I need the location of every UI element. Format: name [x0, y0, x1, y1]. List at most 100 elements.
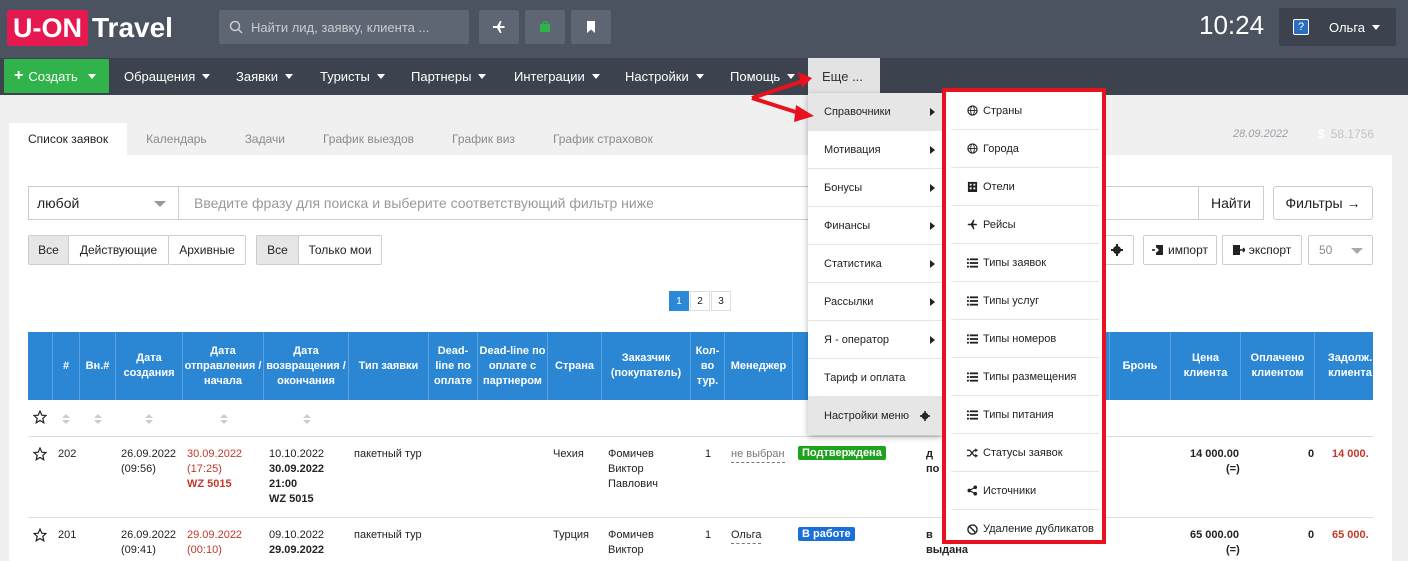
sort-icon[interactable]: [303, 413, 311, 424]
filter-placeholder: Введите фразу для поиска и выберите соот…: [194, 195, 654, 211]
nav-item-orders[interactable]: Заявки: [236, 58, 293, 95]
col-return[interactable]: Дата возвращения / окончания: [264, 332, 349, 400]
create-button[interactable]: + Создать: [4, 59, 109, 93]
col-paid[interactable]: Оплачено клиентом: [1241, 332, 1315, 400]
menu-item-directories[interactable]: Справочники: [808, 93, 942, 131]
menu-item-countries[interactable]: Страны: [951, 92, 1099, 130]
logo[interactable]: U-ON Travel: [7, 10, 173, 46]
col-debt[interactable]: Задолж. клиента: [1315, 332, 1373, 400]
global-search-input[interactable]: Найти лид, заявку, клиента ...: [219, 10, 469, 44]
tab-orders-list[interactable]: Список заявок: [9, 123, 128, 155]
col-type[interactable]: Тип заявки: [349, 332, 429, 400]
tab-calendar[interactable]: Календарь: [127, 123, 226, 155]
menu-item-hotels[interactable]: Отели: [951, 168, 1099, 206]
user-menu[interactable]: ? Ольга: [1279, 8, 1396, 46]
menu-item-label: Удаление дубликатов: [983, 523, 1094, 535]
owner-mine-button[interactable]: Только мои: [298, 235, 382, 265]
menu-item-sources[interactable]: Источники: [951, 472, 1099, 510]
col-booking[interactable]: Бронь: [1110, 332, 1171, 400]
menu-item-statistics[interactable]: Статистика: [808, 245, 942, 283]
col-created[interactable]: Дата создания: [116, 332, 183, 400]
chevron-down-icon: [154, 201, 166, 207]
customer-line-2[interactable]: Виктор: [608, 462, 644, 477]
sort-icon[interactable]: [145, 413, 153, 424]
nav-item-tourists[interactable]: Туристы: [320, 58, 385, 95]
status-all-button[interactable]: Все: [28, 235, 69, 265]
col-country[interactable]: Страна: [548, 332, 602, 400]
status-badge[interactable]: Подтверждена: [798, 446, 886, 460]
export-button[interactable]: экспорт: [1222, 235, 1302, 265]
customer-line-2[interactable]: Виктор: [608, 543, 644, 558]
page-size-select[interactable]: 50: [1308, 235, 1373, 265]
col-departure[interactable]: Дата отправления / начала: [183, 332, 264, 400]
tab-departures[interactable]: График выездов: [304, 123, 433, 155]
filters-button[interactable]: Фильтры →: [1273, 186, 1373, 220]
menu-item-cities[interactable]: Города: [951, 130, 1099, 168]
page-3-button[interactable]: 3: [711, 291, 731, 311]
nav-item-integrations[interactable]: Интеграции: [514, 58, 600, 95]
menu-item-bonuses[interactable]: Бонусы: [808, 169, 942, 207]
import-button[interactable]: импорт: [1143, 235, 1217, 265]
tab-visas[interactable]: График виз: [433, 123, 534, 155]
nav-item-partners[interactable]: Партнеры: [411, 58, 487, 95]
menu-item-order-statuses[interactable]: Статусы заявок: [951, 434, 1099, 472]
status-active-button[interactable]: Действующие: [68, 235, 169, 265]
filter-select[interactable]: любой: [28, 186, 179, 220]
menu-item-order-types[interactable]: Типы заявок: [951, 244, 1099, 282]
created-date: 26.09.2022: [121, 529, 177, 541]
sort-icon[interactable]: [62, 413, 70, 424]
help-icon[interactable]: ?: [1293, 19, 1309, 35]
col-internal-num[interactable]: Вн.#: [80, 332, 116, 400]
menu-item-tariff[interactable]: Тариф и оплата: [808, 359, 942, 397]
row-number[interactable]: 202: [58, 447, 76, 462]
tab-insurance[interactable]: График страховок: [534, 123, 672, 155]
menu-item-meal-types[interactable]: Типы питания: [951, 396, 1099, 434]
flights-button[interactable]: [479, 10, 519, 44]
nav-item-settings[interactable]: Настройки: [625, 58, 704, 95]
manager[interactable]: Ольга: [731, 528, 762, 544]
sort-icon[interactable]: [220, 413, 228, 424]
page-1-button[interactable]: 1: [669, 291, 689, 311]
menu-item-accommodation-types[interactable]: Типы размещения: [951, 358, 1099, 396]
col-price[interactable]: Цена клиента: [1171, 332, 1241, 400]
create-label: Создать: [28, 68, 78, 84]
nav-label: Туристы: [320, 69, 370, 84]
col-num[interactable]: #: [53, 332, 80, 400]
bag-button[interactable]: [525, 10, 565, 44]
star-icon[interactable]: [33, 447, 47, 461]
page-2-button[interactable]: 2: [690, 291, 710, 311]
menu-item-room-types[interactable]: Типы номеров: [951, 320, 1099, 358]
menu-item-mailings[interactable]: Рассылки: [808, 283, 942, 321]
tab-tasks[interactable]: Задачи: [226, 123, 304, 155]
menu-item-flights[interactable]: Рейсы: [951, 206, 1099, 244]
find-button[interactable]: Найти: [1198, 186, 1264, 220]
customer-line-3[interactable]: Павлович: [608, 477, 658, 492]
menu-item-remove-duplicates[interactable]: Удаление дубликатов: [951, 510, 1099, 548]
nav-more-button[interactable]: Еще ...: [808, 58, 880, 95]
bookmark-button[interactable]: [571, 10, 611, 44]
sort-icon[interactable]: [94, 413, 102, 424]
top-bar: U-ON Travel Найти лид, заявку, клиента .…: [0, 0, 1408, 58]
col-deadline[interactable]: Dead-line по оплате: [429, 332, 478, 400]
customer-line-1[interactable]: Фомичев: [608, 447, 654, 462]
owner-all-button[interactable]: Все: [256, 235, 299, 265]
menu-item-menu-settings[interactable]: Настройки меню: [808, 397, 942, 435]
star-icon[interactable]: [33, 528, 47, 542]
col-customer[interactable]: Заказчик (покупатель): [602, 332, 691, 400]
filter-select-value: любой: [37, 195, 80, 211]
col-deadline-partner[interactable]: Dead-line по оплате с партнером: [478, 332, 548, 400]
menu-item-motivation[interactable]: Мотивация: [808, 131, 942, 169]
menu-item-service-types[interactable]: Типы услуг: [951, 282, 1099, 320]
nav-item-requests[interactable]: Обращения: [124, 58, 211, 95]
status-archive-button[interactable]: Архивные: [168, 235, 246, 265]
row-number[interactable]: 201: [58, 528, 76, 543]
country: Турция: [553, 529, 589, 541]
star-icon[interactable]: [33, 410, 47, 424]
status-badge[interactable]: В работе: [798, 527, 855, 541]
menu-item-finance[interactable]: Финансы: [808, 207, 942, 245]
menu-item-operator[interactable]: Я - оператор: [808, 321, 942, 359]
manager[interactable]: не выбран: [731, 447, 785, 463]
customer-line-1[interactable]: Фомичев: [608, 528, 654, 543]
col-qty[interactable]: Кол-во тур.: [691, 332, 725, 400]
col-manager[interactable]: Менеджер: [725, 332, 793, 400]
